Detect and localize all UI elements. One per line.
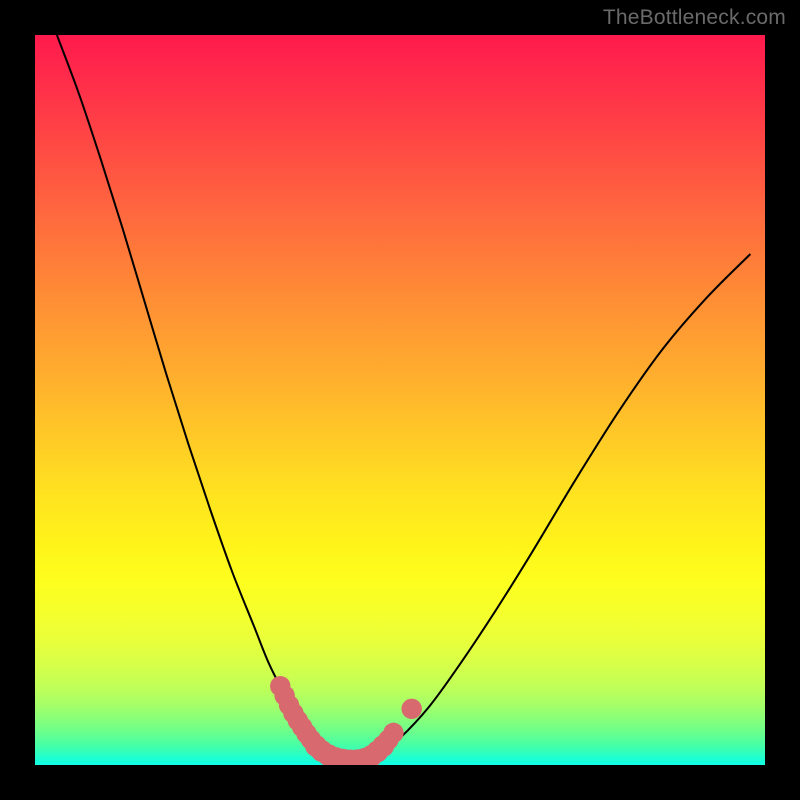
bottleneck-curve (57, 35, 751, 761)
curve-markers (270, 676, 422, 765)
chart-svg (35, 35, 765, 765)
curve-marker (383, 723, 403, 743)
chart-plot-area (35, 35, 765, 765)
curve-marker (401, 699, 421, 719)
chart-frame: TheBottleneck.com (0, 0, 800, 800)
watermark-label: TheBottleneck.com (603, 6, 786, 30)
